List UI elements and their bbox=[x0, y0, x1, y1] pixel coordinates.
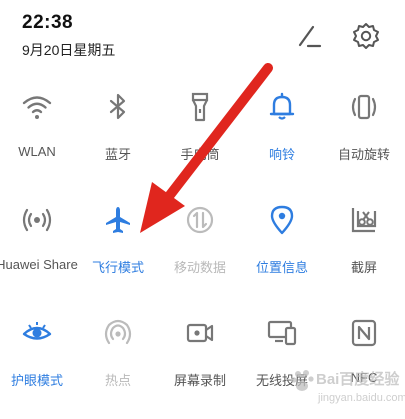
tile-location[interactable]: 位置信息 bbox=[242, 195, 322, 295]
tile-wlan[interactable]: WLAN bbox=[0, 82, 77, 182]
date-text: 9月20日星期五 bbox=[22, 42, 116, 58]
watermark: Bai百度经验 jingyan.baidu.com bbox=[288, 364, 405, 419]
tile-label: Huawei Share bbox=[0, 257, 78, 272]
share-icon bbox=[22, 208, 52, 232]
tile-mobile-data[interactable]: 移动数据 bbox=[160, 195, 240, 295]
wireless-projection-icon bbox=[267, 320, 297, 346]
tile-auto-rotate[interactable]: 自动旋转 bbox=[324, 82, 404, 182]
wifi-icon bbox=[22, 96, 52, 119]
watermark-url: jingyan.baidu.com bbox=[318, 392, 405, 404]
mobile-data-icon bbox=[186, 206, 214, 234]
bluetooth-icon bbox=[109, 93, 126, 120]
tile-hotspot[interactable]: 热点 bbox=[78, 308, 158, 408]
scissors-icon bbox=[351, 208, 377, 233]
pencil-icon bbox=[298, 25, 322, 48]
tile-eye-comfort[interactable]: 护眼模式 bbox=[0, 308, 77, 408]
tile-huawei-share[interactable]: Huawei Share bbox=[0, 195, 78, 295]
settings-button[interactable] bbox=[348, 18, 384, 54]
tile-row: WLAN 蓝牙 手电筒 响铃 自动旋转 bbox=[0, 82, 405, 195]
tile-screen-record[interactable]: 屏幕录制 bbox=[160, 308, 240, 408]
tile-airplane-mode[interactable]: 飞行模式 bbox=[78, 195, 158, 295]
tile-label: 手电筒 bbox=[180, 147, 220, 162]
tile-label: 截屏 bbox=[350, 260, 377, 275]
location-icon bbox=[270, 205, 294, 235]
gear-icon bbox=[353, 23, 379, 49]
tile-label: 移动数据 bbox=[173, 260, 226, 275]
tile-label: 护眼模式 bbox=[10, 373, 63, 388]
clock-time: 22:38 bbox=[22, 12, 74, 33]
edit-button[interactable] bbox=[291, 18, 327, 54]
tile-ringer[interactable]: 响铃 bbox=[242, 82, 322, 182]
nfc-icon bbox=[351, 319, 377, 347]
tile-label: 热点 bbox=[104, 373, 131, 388]
tile-label: 位置信息 bbox=[255, 260, 308, 275]
eye-icon bbox=[22, 322, 52, 340]
tile-screenshot[interactable]: 截屏 bbox=[324, 195, 404, 295]
airplane-icon bbox=[106, 207, 130, 233]
flashlight-icon bbox=[191, 92, 209, 122]
tile-label: 响铃 bbox=[268, 147, 295, 162]
baidu-paw-logo bbox=[291, 370, 314, 391]
tile-flashlight[interactable]: 手电筒 bbox=[160, 82, 240, 182]
tile-label: WLAN bbox=[18, 144, 56, 159]
tile-label: 自动旋转 bbox=[337, 147, 390, 162]
bell-icon bbox=[269, 92, 295, 120]
tile-label: 蓝牙 bbox=[104, 147, 131, 162]
screen-record-icon bbox=[186, 323, 214, 343]
tile-label: 屏幕录制 bbox=[173, 373, 226, 388]
hotspot-icon bbox=[104, 319, 132, 345]
tile-label: 飞行模式 bbox=[91, 260, 144, 275]
status-area: 22:38 9月20日星期五 bbox=[22, 12, 115, 60]
rotate-icon bbox=[351, 94, 377, 120]
tile-bluetooth[interactable]: 蓝牙 bbox=[78, 82, 158, 182]
watermark-text: Bai百度经验 bbox=[316, 371, 400, 388]
tile-row: Huawei Share 飞行模式 移动数据 位置信息 截屏 bbox=[0, 195, 405, 308]
